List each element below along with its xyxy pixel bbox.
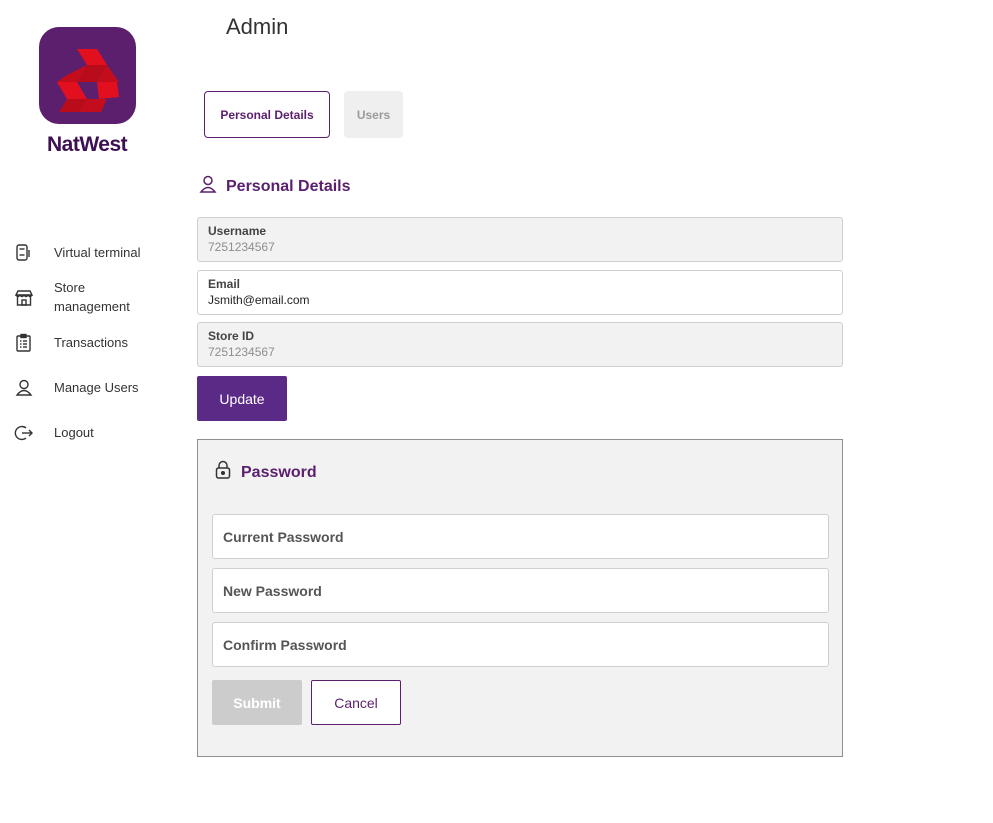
tab-users[interactable]: Users xyxy=(344,91,403,138)
field-value[interactable]: Jsmith@email.com xyxy=(208,292,832,309)
email-field[interactable]: Email Jsmith@email.com xyxy=(197,270,843,315)
sidebar-item-manage-users[interactable]: Manage Users xyxy=(14,378,139,398)
natwest-logo xyxy=(39,27,136,124)
padlock-icon xyxy=(214,460,232,485)
update-button[interactable]: Update xyxy=(197,376,287,421)
field-value: 7251234567 xyxy=(208,345,275,359)
card-terminal-icon xyxy=(14,243,34,263)
sidebar-item-transactions[interactable]: Transactions xyxy=(14,333,128,353)
sidebar-item-store-management[interactable]: Store management xyxy=(14,280,130,314)
cancel-button[interactable]: Cancel xyxy=(311,680,401,725)
natwest-chevrons-icon xyxy=(57,49,119,112)
sidebar-item-virtual-terminal[interactable]: Virtual terminal xyxy=(14,243,140,263)
user-icon xyxy=(198,174,218,199)
page-title: Admin xyxy=(226,14,289,39)
store-id-field: Store ID 7251234567 xyxy=(197,322,843,367)
section-title: Password xyxy=(241,463,317,481)
sidebar-item-label: Logout xyxy=(54,425,94,440)
current-password-input[interactable] xyxy=(212,514,829,559)
field-label: Store ID xyxy=(208,329,255,343)
brand-name: NatWest xyxy=(47,133,128,156)
sidebar-item-label: Virtual terminal xyxy=(54,245,141,260)
sidebar-item-label: Manage Users xyxy=(54,380,139,395)
field-label: Username xyxy=(208,224,267,238)
username-field: Username 7251234567 xyxy=(197,217,843,262)
confirm-password-input[interactable] xyxy=(212,622,829,667)
sidebar-item-logout[interactable]: Logout xyxy=(14,423,94,443)
sidebar-item-label: Transactions xyxy=(54,335,128,350)
sidebar-item-label: Store management xyxy=(54,280,130,314)
personal-details-heading: Personal Details xyxy=(198,174,351,199)
tab-personal-details[interactable]: Personal Details xyxy=(204,91,330,138)
section-title: Personal Details xyxy=(226,177,351,195)
clipboard-icon xyxy=(14,333,34,353)
submit-button[interactable]: Submit xyxy=(212,680,302,725)
store-icon xyxy=(14,288,34,308)
password-heading: Password xyxy=(214,460,317,485)
field-value: 7251234567 xyxy=(208,240,275,254)
new-password-input[interactable] xyxy=(212,568,829,613)
field-label: Email xyxy=(208,277,241,291)
logout-icon xyxy=(14,423,34,443)
password-panel: Password Submit Cancel xyxy=(197,439,843,757)
user-icon xyxy=(14,378,34,398)
